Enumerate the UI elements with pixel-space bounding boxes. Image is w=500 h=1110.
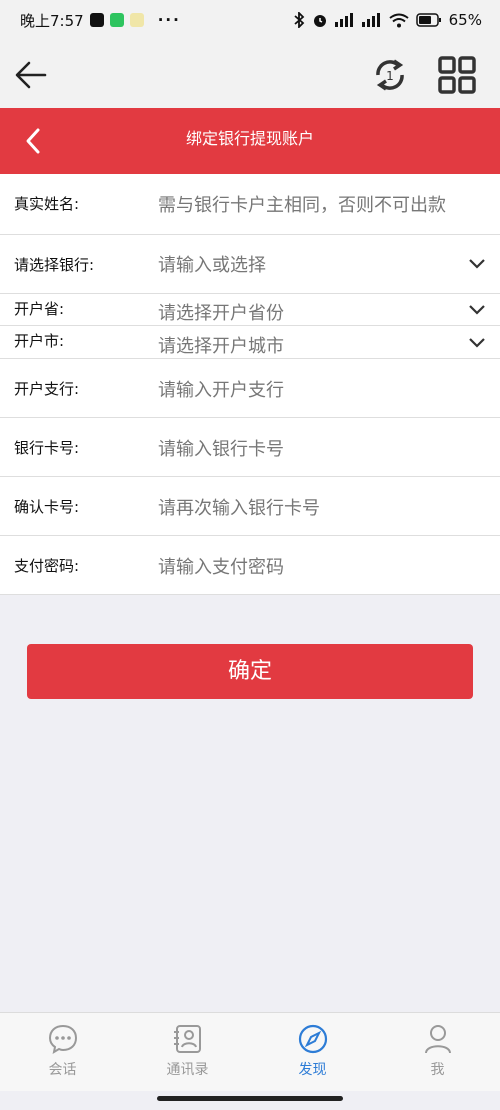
branch-row[interactable]: 开户支行: 请输入开户支行 bbox=[0, 359, 500, 418]
key-app-icon bbox=[129, 13, 144, 27]
tab-discover[interactable]: 发现 bbox=[250, 1013, 375, 1091]
status-bar: 晚上7:57 ··· 65% bbox=[0, 0, 500, 40]
tiktok-icon bbox=[89, 13, 104, 27]
card-label: 银行卡号: bbox=[14, 439, 80, 457]
battery-icon bbox=[415, 13, 441, 27]
person-icon bbox=[424, 1025, 451, 1054]
bluetooth-icon bbox=[294, 12, 304, 28]
confirm-card-row[interactable]: 确认卡号: 请再次输入银行卡号 bbox=[0, 477, 500, 536]
name-input[interactable]: 需与银行卡户主相同，否则不可出款 bbox=[158, 191, 446, 217]
city-select[interactable]: 请选择开户城市 bbox=[158, 332, 284, 358]
tab-label: 通讯录 bbox=[166, 1062, 209, 1078]
name-row[interactable]: 真实姓名: 需与银行卡户主相同，否则不可出款 bbox=[0, 174, 500, 235]
card-input[interactable]: 请输入银行卡号 bbox=[158, 435, 284, 461]
province-row[interactable]: 开户省: 请选择开户省份 bbox=[0, 294, 500, 326]
bank-select[interactable]: 请输入或选择 bbox=[158, 251, 266, 277]
tab-chat[interactable]: 会话 bbox=[0, 1013, 125, 1091]
battery-percent: 65% bbox=[448, 11, 482, 29]
grid-menu-icon[interactable] bbox=[438, 56, 476, 94]
compass-icon bbox=[298, 1024, 327, 1054]
more-notifications-icon: ··· bbox=[157, 11, 181, 29]
refresh-icon[interactable]: 1 bbox=[370, 55, 410, 95]
chevron-down-icon[interactable] bbox=[468, 258, 486, 270]
back-arrow-icon[interactable] bbox=[14, 58, 48, 92]
top-nav: 1 bbox=[0, 40, 500, 108]
alarm-icon bbox=[313, 15, 326, 27]
svg-text:1: 1 bbox=[386, 69, 394, 83]
province-select[interactable]: 请选择开户省份 bbox=[158, 299, 284, 325]
bank-row[interactable]: 请选择银行: 请输入或选择 bbox=[0, 235, 500, 294]
contacts-icon bbox=[173, 1025, 201, 1053]
wifi-icon bbox=[389, 13, 409, 27]
confirm-button[interactable]: 确定 bbox=[27, 644, 473, 699]
signal-icon-2 bbox=[361, 13, 380, 27]
chevron-down-icon[interactable] bbox=[468, 337, 486, 349]
branch-input[interactable]: 请输入开户支行 bbox=[158, 376, 284, 402]
city-label: 开户市: bbox=[14, 332, 65, 350]
page-title: 绑定银行提现账户 bbox=[185, 129, 314, 148]
confirm-card-input[interactable]: 请再次输入银行卡号 bbox=[158, 494, 320, 520]
bank-account-form: 真实姓名: 需与银行卡户主相同，否则不可出款 请选择银行: 请输入或选择 开户省… bbox=[0, 174, 500, 595]
pwd-input[interactable]: 请输入支付密码 bbox=[158, 553, 284, 579]
tab-contacts[interactable]: 通讯录 bbox=[125, 1013, 250, 1091]
tab-label: 发现 bbox=[298, 1062, 327, 1078]
city-row[interactable]: 开户市: 请选择开户城市 bbox=[0, 326, 500, 359]
chevron-down-icon[interactable] bbox=[468, 304, 486, 316]
tab-me[interactable]: 我 bbox=[375, 1013, 500, 1091]
pwd-label: 支付密码: bbox=[14, 557, 80, 575]
chat-icon bbox=[48, 1024, 77, 1055]
clock: 晚上7:57 bbox=[20, 11, 84, 30]
pwd-row[interactable]: 支付密码: 请输入支付密码 bbox=[0, 536, 500, 595]
home-indicator[interactable] bbox=[157, 1096, 343, 1101]
branch-label: 开户支行: bbox=[14, 380, 80, 398]
province-label: 开户省: bbox=[14, 300, 65, 318]
tab-label: 会话 bbox=[48, 1062, 77, 1078]
card-row[interactable]: 银行卡号: 请输入银行卡号 bbox=[0, 418, 500, 477]
confirm-card-label: 确认卡号: bbox=[14, 498, 80, 516]
name-label: 真实姓名: bbox=[14, 195, 80, 213]
message-app-icon bbox=[109, 13, 124, 27]
bank-label: 请选择银行: bbox=[14, 256, 95, 274]
signal-icon bbox=[334, 13, 353, 27]
tab-label: 我 bbox=[430, 1062, 445, 1078]
bottom-tab-bar: 会话 通讯录 发现 我 bbox=[0, 1012, 500, 1091]
page-header: 绑定银行提现账户 bbox=[0, 108, 500, 174]
